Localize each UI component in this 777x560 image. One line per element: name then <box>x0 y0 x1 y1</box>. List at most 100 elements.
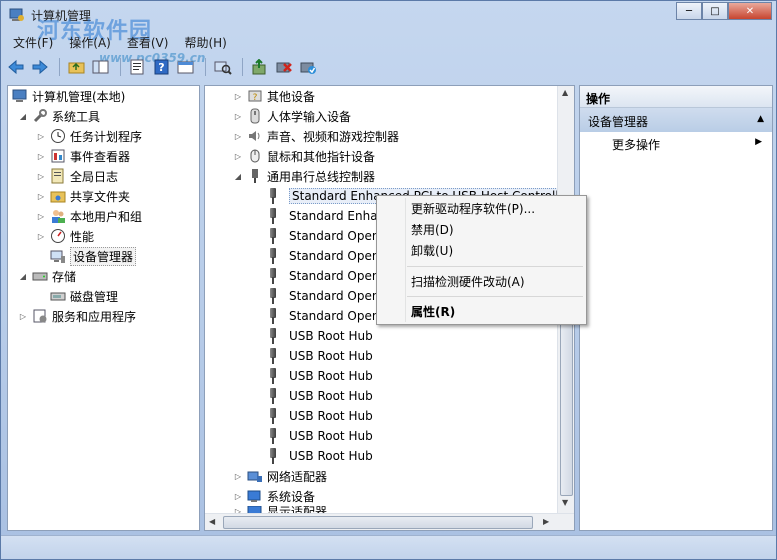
device-category[interactable]: ▷ 系统设备 <box>233 486 315 506</box>
back-button[interactable] <box>5 56 27 78</box>
expand-icon[interactable]: ▷ <box>233 112 243 121</box>
device-category[interactable]: ▷ 网络适配器 <box>233 466 327 486</box>
expand-icon[interactable]: ▷ <box>233 152 243 161</box>
scan-hardware-button[interactable] <box>212 56 234 78</box>
device-label: USB Root Hub <box>289 449 373 463</box>
enable-device-button[interactable] <box>297 56 319 78</box>
update-driver-button[interactable] <box>249 56 271 78</box>
tree-label: 服务和应用程序 <box>52 309 137 324</box>
help-button[interactable]: ? <box>151 56 173 78</box>
submenu-arrow-icon: ▶ <box>755 137 762 147</box>
tree-item-disk-management[interactable]: 磁盘管理 <box>50 286 118 306</box>
collapse-icon[interactable]: ◢ <box>18 112 28 121</box>
show-hide-tree-button[interactable] <box>90 56 112 78</box>
usb-device-row[interactable]: USB Root Hub <box>267 426 373 446</box>
tree-label: 全局日志 <box>70 169 119 184</box>
device-category[interactable]: ▷ 声音、视频和游戏控制器 <box>233 126 399 146</box>
disable-device-icon <box>276 62 292 73</box>
tree-storage[interactable]: ◢ 存储 <box>18 266 76 286</box>
more-actions-link[interactable]: 更多操作 <box>612 136 660 153</box>
expand-icon[interactable]: ▷ <box>233 92 243 101</box>
horizontal-scrollbar[interactable]: ◀ ▶ <box>205 513 574 530</box>
scroll-right-icon[interactable]: ▶ <box>543 517 549 526</box>
actions-section-device-manager[interactable]: 设备管理器 ▲ <box>580 108 772 132</box>
usb-device-row[interactable]: Standard OpenH <box>267 286 388 306</box>
menu-help[interactable]: 帮助(H) <box>176 32 234 52</box>
menu-view[interactable]: 查看(V) <box>119 32 177 52</box>
menu-properties[interactable]: 属性(R) <box>411 301 455 321</box>
expand-icon[interactable]: ▷ <box>18 312 28 321</box>
expand-icon[interactable]: ▷ <box>233 492 243 501</box>
up-folder-button[interactable] <box>66 56 88 78</box>
usb-device-icon <box>267 288 279 304</box>
close-button[interactable]: ✕ <box>728 2 772 20</box>
tree-label: 存储 <box>52 269 77 284</box>
tree-system-tools[interactable]: ◢ 系统工具 <box>18 106 100 126</box>
export-list-button[interactable] <box>175 56 197 78</box>
expand-icon[interactable]: ▷ <box>36 152 46 161</box>
tree-item-performance[interactable]: ▷ 性能 <box>36 226 94 246</box>
expand-icon[interactable]: ▷ <box>233 472 243 481</box>
menu-file[interactable]: 文件(F) <box>5 32 61 52</box>
properties-icon <box>130 59 144 75</box>
tree-item-event-viewer[interactable]: ▷ 事件查看器 <box>36 146 130 166</box>
device-category[interactable]: ▷ 人体学输入设备 <box>233 106 351 126</box>
context-menu: 更新驱动程序软件(P)... 禁用(D) 卸载(U) 扫描检测硬件改动(A) 属… <box>376 195 587 325</box>
scroll-left-icon[interactable]: ◀ <box>209 517 215 526</box>
tree-item-local-users[interactable]: ▷ 本地用户和组 <box>36 206 142 226</box>
expand-icon[interactable]: ▷ <box>36 212 46 221</box>
device-manager-icon <box>50 248 66 264</box>
usb-device-row[interactable]: Standard OpenH <box>267 246 388 266</box>
usb-device-row[interactable]: USB Root Hub <box>267 346 373 366</box>
usb-device-row[interactable]: USB Root Hub <box>267 386 373 406</box>
device-category-usb[interactable]: ◢ 通用串行总线控制器 <box>233 166 375 186</box>
menu-disable[interactable]: 禁用(D) <box>411 219 454 239</box>
device-label: USB Root Hub <box>289 369 373 383</box>
usb-device-row[interactable]: Standard OpenH <box>267 306 388 326</box>
usb-device-row[interactable]: USB Root Hub <box>267 366 373 386</box>
usb-device-icon <box>267 388 279 404</box>
console-tree-icon <box>92 60 109 74</box>
tree-item-shared-folders[interactable]: ▷ 共享文件夹 <box>36 186 130 206</box>
tree-services[interactable]: ▷ 服务和应用程序 <box>18 306 136 326</box>
device-category[interactable]: ▷ 鼠标和其他指针设备 <box>233 146 375 166</box>
menu-scan-hardware[interactable]: 扫描检测硬件改动(A) <box>411 271 525 291</box>
properties-button[interactable] <box>127 56 149 78</box>
usb-device-row[interactable]: USB Root Hub <box>267 326 373 346</box>
category-label: 声音、视频和游戏控制器 <box>267 129 400 144</box>
usb-device-row[interactable]: Standard OpenH <box>267 226 388 246</box>
usb-device-row[interactable]: USB Root Hub <box>267 446 373 466</box>
usb-device-row[interactable]: USB Root Hub <box>267 406 373 426</box>
expand-icon[interactable]: ▷ <box>233 132 243 141</box>
scroll-down-icon[interactable]: ▼ <box>562 498 568 507</box>
tree-item-global-logs[interactable]: ▷ 全局日志 <box>36 166 118 186</box>
maximize-button[interactable]: □ <box>702 2 728 20</box>
collapse-icon[interactable]: ◢ <box>233 172 243 181</box>
tree-item-device-manager[interactable]: 设备管理器 <box>50 246 137 266</box>
usb-device-row[interactable]: Standard Enhan <box>267 206 385 226</box>
mouse-icon <box>247 148 263 164</box>
device-label: USB Root Hub <box>289 349 373 363</box>
expand-icon[interactable]: ▷ <box>36 172 46 181</box>
expand-icon[interactable]: ▷ <box>36 232 46 241</box>
usb-device-row[interactable]: Standard OpenH <box>267 266 388 286</box>
menu-update-driver[interactable]: 更新驱动程序软件(P)... <box>411 198 535 218</box>
tree-label: 任务计划程序 <box>70 129 143 144</box>
tree-root[interactable]: 计算机管理(本地) <box>12 86 125 106</box>
disable-device-button[interactable] <box>273 56 295 78</box>
tree-root-label: 计算机管理(本地) <box>32 89 126 104</box>
collapse-up-icon[interactable]: ▲ <box>757 114 764 124</box>
device-category[interactable]: ▷ ? 其他设备 <box>233 86 315 106</box>
scroll-up-icon[interactable]: ▲ <box>562 88 568 97</box>
menu-uninstall[interactable]: 卸载(U) <box>411 240 453 260</box>
expand-icon[interactable]: ▷ <box>36 192 46 201</box>
minimize-button[interactable]: ─ <box>676 2 702 20</box>
title-bar[interactable]: 计算机管理 河东软件园 ─ □ ✕ <box>1 1 776 44</box>
expand-icon[interactable]: ▷ <box>36 132 46 141</box>
forward-button[interactable] <box>29 56 51 78</box>
scan-hardware-icon <box>214 61 232 75</box>
scroll-thumb[interactable] <box>223 516 533 529</box>
menu-action[interactable]: 操作(A) <box>61 32 119 52</box>
tree-item-task-scheduler[interactable]: ▷ 任务计划程序 <box>36 126 142 146</box>
collapse-icon[interactable]: ◢ <box>18 272 28 281</box>
